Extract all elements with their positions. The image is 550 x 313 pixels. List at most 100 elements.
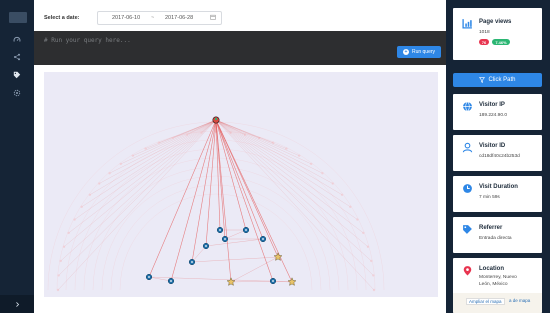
clock-icon: [463, 184, 472, 193]
graph-faint-node: [144, 147, 147, 150]
globe-icon: [463, 101, 472, 112]
graph-faint-node: [297, 154, 301, 157]
referrer-card: Referrer Entrada directa: [453, 217, 542, 253]
graph-node-dot: [245, 229, 247, 231]
location-line2: León, México: [479, 282, 508, 287]
graph-edge: [205, 238, 264, 247]
graph-faint-edge: [63, 119, 217, 247]
filter-icon: [479, 77, 486, 83]
query-input[interactable]: # Run your query here...: [44, 37, 131, 44]
graph-faint-node: [67, 231, 70, 235]
graph-edge: [224, 229, 247, 240]
graph-node-dot: [219, 229, 221, 231]
date-from[interactable]: 2017-06-10: [112, 15, 140, 21]
graph-faint-edge: [215, 119, 369, 247]
graph-faint-node: [349, 205, 352, 209]
click-path-button[interactable]: Click Path: [453, 73, 542, 87]
graph-faint-node: [200, 131, 203, 134]
graph-faint-edge: [99, 119, 217, 184]
chevron-right-icon: [15, 301, 19, 307]
pin-icon: [463, 266, 472, 276]
graph-faint-node: [310, 162, 313, 166]
graph-faint-edge: [215, 119, 358, 220]
calendar-icon[interactable]: [210, 14, 216, 20]
graph-faint-edge: [81, 119, 217, 207]
graph-faint-node: [331, 182, 334, 185]
referrer-title: Referrer: [479, 225, 503, 231]
graph-ring: [56, 130, 376, 291]
graph-faint-node: [56, 288, 60, 292]
graph-edge: [215, 119, 226, 240]
date-range-picker[interactable]: 2017-06-10 ~ 2017-06-28: [97, 11, 222, 25]
visitor-ip-card: Visitor IP 189.224.90.0: [453, 94, 542, 130]
graph-faint-edge: [58, 119, 217, 276]
graph-node-star: [273, 252, 283, 261]
graph-edge: [230, 256, 279, 283]
graph-faint-edge: [215, 119, 333, 184]
graph-faint-node: [321, 172, 324, 175]
tag-icon[interactable]: [0, 68, 34, 82]
date-separator: ~: [151, 15, 155, 21]
graph-ring: [101, 175, 331, 291]
graph-node-dot: [191, 261, 193, 263]
graph-faint-node: [73, 218, 76, 221]
gauge-icon[interactable]: [0, 33, 34, 47]
graph-node-star: [287, 277, 297, 286]
graph-faint-node: [98, 182, 101, 185]
visitor-id-value: cd18df40c24b253d: [479, 154, 520, 159]
graph-faint-node: [366, 245, 370, 248]
query-editor[interactable]: # Run your query here... + Run query: [34, 31, 446, 65]
graph-faint-edge: [89, 119, 217, 195]
graph-node-dot: [170, 280, 172, 282]
settings-icon[interactable]: [0, 86, 34, 100]
date-to[interactable]: 2017-06-28: [165, 15, 193, 21]
graph-node-star: [226, 277, 236, 286]
main-content: Select a date: 2017-06-10 ~ 2017-06-28 #…: [34, 0, 446, 313]
map-data-link[interactable]: a de mapa: [509, 298, 530, 303]
location-map[interactable]: Ampliar el mapa a de mapa: [453, 293, 542, 313]
app-logo[interactable]: [9, 12, 27, 23]
graph-faint-node: [340, 193, 344, 196]
location-title: Location: [479, 266, 504, 272]
page-views-count-badge: 76: [479, 39, 489, 45]
graph-canvas[interactable]: [44, 72, 438, 297]
visit-duration-title: Visit Duration: [479, 184, 518, 190]
share-icon[interactable]: [0, 50, 34, 64]
location-card: Location Monterrey, Nuevo León, México A…: [453, 258, 542, 313]
graph-faint-node: [185, 133, 189, 136]
graph-faint-node: [356, 218, 359, 221]
graph-ring: [74, 148, 358, 291]
graph-ring: [110, 184, 322, 291]
graph-faint-node: [59, 259, 62, 263]
graph-faint-node: [131, 154, 135, 157]
page-views-value: 1018: [479, 30, 490, 35]
click-path-label: Click Path: [488, 77, 516, 83]
plus-icon: +: [402, 49, 409, 55]
graph-ring: [83, 157, 349, 291]
graph-edge: [215, 119, 221, 231]
graph-faint-edge: [215, 119, 374, 276]
path-graph[interactable]: [44, 72, 438, 297]
graph-faint-node: [370, 259, 373, 263]
enlarge-map-button[interactable]: Ampliar el mapa: [466, 298, 505, 305]
graph-root-dot: [214, 117, 218, 121]
graph-faint-node: [62, 245, 66, 248]
graph-faint-node: [108, 172, 111, 175]
graph-edge: [215, 119, 232, 283]
graph-faint-node: [171, 136, 174, 140]
graph-node-dot: [148, 276, 150, 278]
graph-node-dot: [272, 280, 274, 282]
graph-faint-edge: [215, 119, 300, 156]
location-line1: Monterrey, Nuevo: [479, 275, 517, 280]
run-query-button[interactable]: + Run query: [397, 46, 441, 58]
visitor-ip-title: Visitor IP: [479, 102, 505, 108]
date-filter-label: Select a date:: [44, 15, 80, 21]
tag-icon: [463, 225, 472, 234]
visitor-id-card: Visitor ID cd18df40c24b253d: [453, 135, 542, 171]
sidebar-expand-button[interactable]: [0, 295, 34, 313]
graph-faint-node: [285, 147, 288, 150]
referrer-value: Entrada directa: [479, 236, 512, 241]
visit-duration-value: 7 min 59s: [479, 195, 500, 200]
visitor-ip-value: 189.224.90.0: [479, 113, 508, 118]
run-query-label: Run query: [411, 49, 436, 55]
